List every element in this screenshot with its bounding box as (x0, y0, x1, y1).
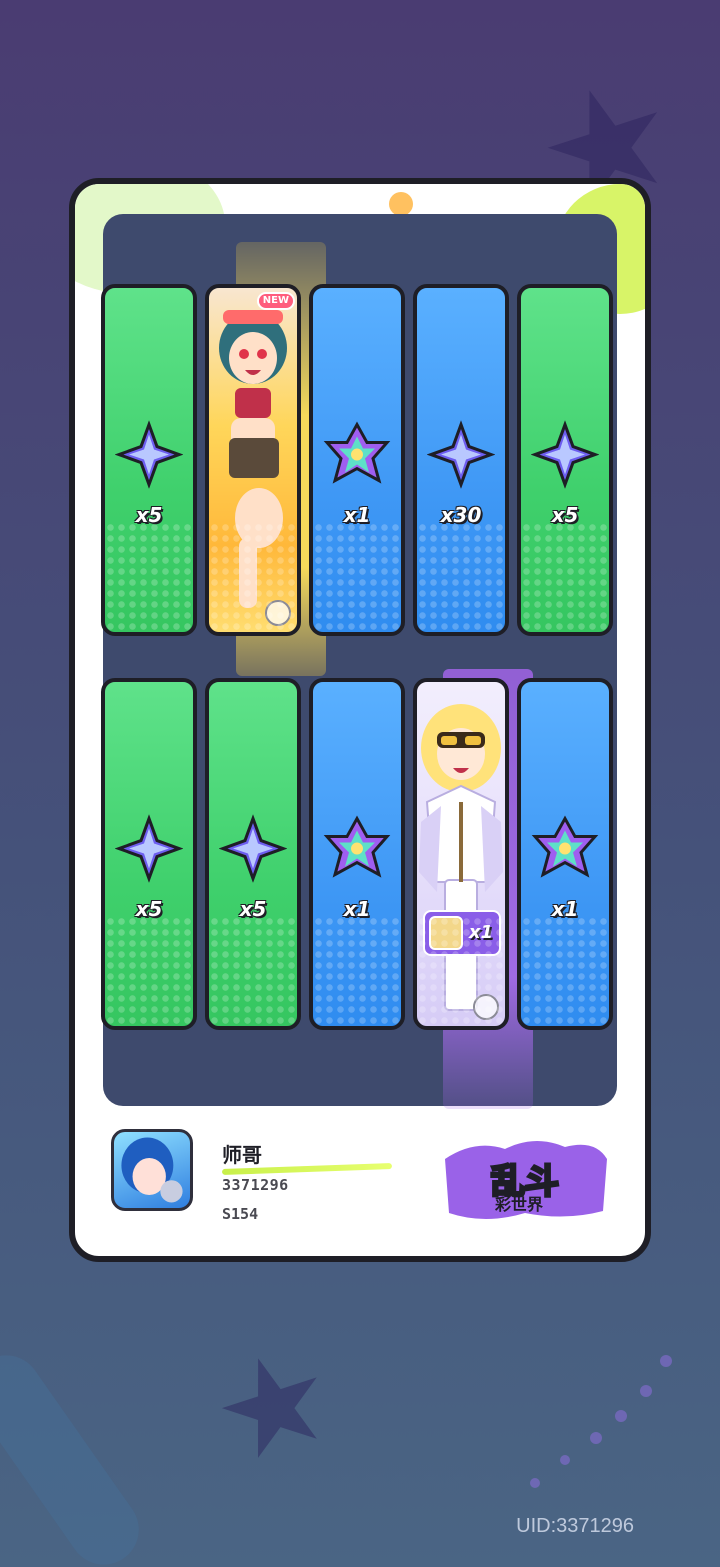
reward-quantity: x1 (343, 897, 371, 921)
character-portrait-blonde (419, 704, 503, 1011)
reward-quantity: x30 (440, 503, 482, 527)
avatar-portrait (121, 1137, 183, 1203)
reward-tile[interactable]: x1 (517, 678, 613, 1030)
background-star-icon: ★ (194, 1314, 353, 1496)
share-card: x5 NEW x1 x30 x5 x5 x5 x1 x1 x1 师哥 33712… (69, 178, 651, 1262)
background-dot (530, 1478, 540, 1488)
background-dot (615, 1410, 627, 1422)
reward-tile-character[interactable]: NEW (205, 284, 301, 636)
logo-subtitle: 彩世界 (495, 1195, 544, 1214)
player-info: 师哥 3371296 S154 乱斗 彩世界 (75, 1109, 645, 1256)
reward-tile[interactable]: x5 (101, 284, 197, 636)
reward-tile[interactable]: x1 (309, 678, 405, 1030)
player-server: S154 (222, 1205, 259, 1223)
player-name: 师哥 (222, 1143, 262, 1167)
reward-quantity: x5 (239, 897, 267, 921)
character-shard-badge: x1 (423, 910, 501, 956)
reward-tile[interactable]: x5 (517, 284, 613, 636)
reward-tile[interactable]: x5 (205, 678, 301, 1030)
reward-tile-character[interactable]: x1 (413, 678, 509, 1030)
background-dot (660, 1355, 672, 1367)
character-portrait-girl (219, 310, 287, 608)
reward-quantity: x5 (135, 897, 163, 921)
rainbow-gem-icon (323, 421, 391, 484)
background-splash (0, 1341, 153, 1567)
uid-label: UID:3371296 (516, 1515, 634, 1537)
reward-quantity: x1 (551, 897, 579, 921)
background-dot (640, 1385, 652, 1397)
star-crystal-icon (531, 420, 599, 489)
reward-tile[interactable]: x30 (413, 284, 509, 636)
rainbow-gem-icon (323, 815, 391, 878)
magnify-icon[interactable] (265, 600, 291, 626)
reward-grid: x5 NEW x1 x30 x5 x5 x5 x1 x1 x1 (101, 214, 617, 1109)
star-crystal-icon (219, 814, 287, 883)
reward-tile[interactable]: x1 (309, 284, 405, 636)
magnify-icon[interactable] (473, 994, 499, 1020)
reward-tile[interactable]: x5 (101, 678, 197, 1030)
background-dot (560, 1455, 570, 1465)
new-badge: NEW (256, 292, 295, 310)
reward-quantity: x5 (551, 503, 579, 527)
reward-quantity: x1 (468, 922, 493, 943)
star-crystal-icon (115, 814, 183, 883)
background-dot (590, 1432, 602, 1444)
avatar (111, 1129, 193, 1211)
card-splash (389, 192, 413, 216)
rainbow-gem-icon (531, 815, 599, 878)
star-crystal-icon (115, 420, 183, 489)
player-id: 3371296 (222, 1176, 289, 1194)
reward-quantity: x1 (343, 503, 371, 527)
result-screen: { "colors": { "green_tile": "#3fd06c", "… (0, 0, 720, 1567)
reward-quantity: x5 (135, 503, 163, 527)
star-crystal-icon (427, 420, 495, 489)
mini-portrait-icon (429, 916, 463, 950)
